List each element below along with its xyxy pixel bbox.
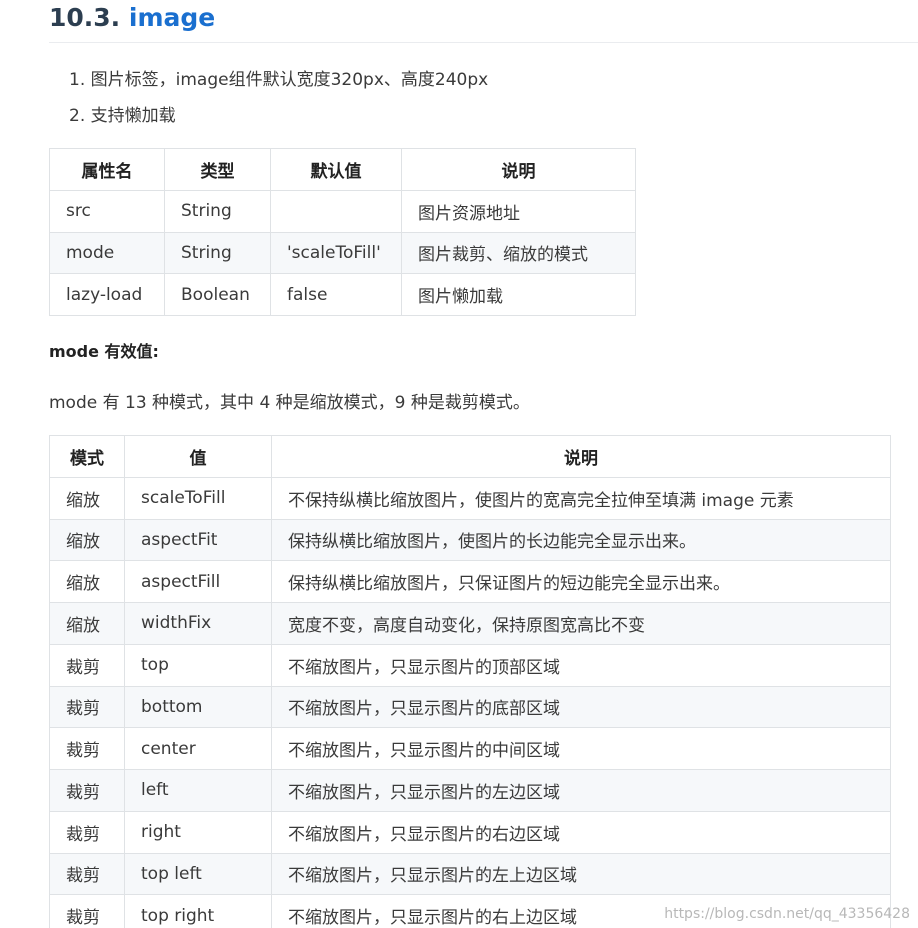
cell-description: 不缩放图片，只显示图片的底部区域: [271, 685, 891, 729]
table-row: 缩放 widthFix 宽度不变，高度自动变化，保持原图宽高比不变: [49, 602, 891, 645]
cell-value: center: [124, 727, 272, 770]
table-row: lazy-load Boolean false 图片懒加载: [49, 273, 636, 316]
table-row: 裁剪 right 不缩放图片，只显示图片的右边区域: [49, 810, 891, 854]
table-row: 缩放 aspectFill 保持纵横比缩放图片，只保证图片的短边能完全显示出来。: [49, 560, 891, 603]
table-row: 缩放 scaleToFill 不保持纵横比缩放图片，使图片的宽高完全拉伸至填满 …: [49, 476, 891, 520]
table-row: 裁剪 bottom 不缩放图片，只显示图片的底部区域: [49, 685, 891, 729]
cell-attr-name: lazy-load: [49, 273, 165, 316]
cell-mode: 缩放: [49, 560, 125, 603]
table-header-row: 属性名 类型 默认值 说明: [49, 148, 636, 191]
cell-description: 不缩放图片，只显示图片的左边区域: [271, 769, 891, 812]
cell-value: left: [124, 769, 272, 812]
feature-list: 1. 图片标签，image组件默认宽度320px、高度240px 2. 支持懒加…: [69, 64, 488, 136]
mode-summary-paragraph: mode 有 13 种模式，其中 4 种是缩放模式，9 种是裁剪模式。: [49, 393, 530, 413]
header-attr-name: 属性名: [49, 148, 165, 191]
table-row: 裁剪 top left 不缩放图片，只显示图片的左上边区域: [49, 852, 891, 896]
cell-attr-name: mode: [49, 231, 165, 275]
header-type: 类型: [164, 148, 271, 191]
table-row: 缩放 aspectFit 保持纵横比缩放图片，使图片的长边能完全显示出来。: [49, 518, 891, 562]
cell-mode: 缩放: [49, 518, 125, 562]
table-row: 裁剪 center 不缩放图片，只显示图片的中间区域: [49, 727, 891, 770]
watermark: https://blog.csdn.net/qq_43356428: [664, 906, 910, 922]
cell-default: 'scaleToFill': [270, 231, 402, 275]
table-row: mode String 'scaleToFill' 图片裁剪、缩放的模式: [49, 231, 636, 275]
section-heading: 10.3. image: [49, 0, 918, 43]
cell-mode: 裁剪: [49, 643, 125, 687]
document-page: 10.3. image 1. 图片标签，image组件默认宽度320px、高度2…: [0, 0, 918, 928]
attribute-table: 属性名 类型 默认值 说明 src String 图片资源地址 mode Str…: [49, 148, 636, 316]
cell-mode: 裁剪: [49, 894, 125, 928]
cell-description: 不缩放图片，只显示图片的中间区域: [271, 727, 891, 770]
cell-attr-name: src: [49, 189, 165, 233]
cell-description: 不缩放图片，只显示图片的左上边区域: [271, 852, 891, 896]
cell-value: top left: [124, 852, 272, 896]
cell-mode: 裁剪: [49, 769, 125, 812]
table-header-row: 模式 值 说明: [49, 435, 891, 478]
cell-description: 不缩放图片，只显示图片的顶部区域: [271, 643, 891, 687]
cell-value: bottom: [124, 685, 272, 729]
cell-description: 不保持纵横比缩放图片，使图片的宽高完全拉伸至填满 image 元素: [271, 476, 891, 520]
cell-default: false: [270, 273, 402, 316]
cell-value: right: [124, 810, 272, 854]
section-title-link[interactable]: image: [129, 3, 215, 32]
mode-values-subheading: mode 有效值:: [49, 342, 159, 361]
cell-mode: 裁剪: [49, 727, 125, 770]
cell-description: 保持纵横比缩放图片，只保证图片的短边能完全显示出来。: [271, 560, 891, 603]
cell-mode: 裁剪: [49, 810, 125, 854]
cell-default: [270, 189, 402, 233]
cell-value: top right: [124, 894, 272, 928]
header-description: 说明: [401, 148, 636, 191]
cell-mode: 缩放: [49, 476, 125, 520]
list-item: 1. 图片标签，image组件默认宽度320px、高度240px: [69, 70, 489, 90]
header-default: 默认值: [270, 148, 402, 191]
cell-description: 宽度不变，高度自动变化，保持原图宽高比不变: [271, 602, 891, 645]
header-description: 说明: [271, 435, 891, 478]
cell-value: top: [124, 643, 272, 687]
cell-description: 图片资源地址: [401, 189, 636, 233]
table-row: src String 图片资源地址: [49, 189, 636, 233]
cell-value: aspectFill: [124, 560, 272, 603]
cell-description: 不缩放图片，只显示图片的右边区域: [271, 810, 891, 854]
cell-type: String: [164, 189, 271, 233]
section-number: 10.3.: [49, 3, 121, 32]
table-row: 裁剪 left 不缩放图片，只显示图片的左边区域: [49, 769, 891, 812]
cell-value: scaleToFill: [124, 476, 272, 520]
cell-type: Boolean: [164, 273, 271, 316]
mode-table: 模式 值 说明 缩放 scaleToFill 不保持纵横比缩放图片，使图片的宽高…: [49, 435, 891, 928]
cell-description: 图片裁剪、缩放的模式: [401, 231, 636, 275]
cell-mode: 裁剪: [49, 852, 125, 896]
cell-description: 图片懒加载: [401, 273, 636, 316]
list-item: 2. 支持懒加载: [69, 106, 176, 126]
cell-value: widthFix: [124, 602, 272, 645]
table-row: 裁剪 top 不缩放图片，只显示图片的顶部区域: [49, 643, 891, 687]
header-value: 值: [124, 435, 272, 478]
cell-mode: 缩放: [49, 602, 125, 645]
cell-value: aspectFit: [124, 518, 272, 562]
cell-mode: 裁剪: [49, 685, 125, 729]
cell-type: String: [164, 231, 271, 275]
cell-description: 保持纵横比缩放图片，使图片的长边能完全显示出来。: [271, 518, 891, 562]
header-mode: 模式: [49, 435, 125, 478]
